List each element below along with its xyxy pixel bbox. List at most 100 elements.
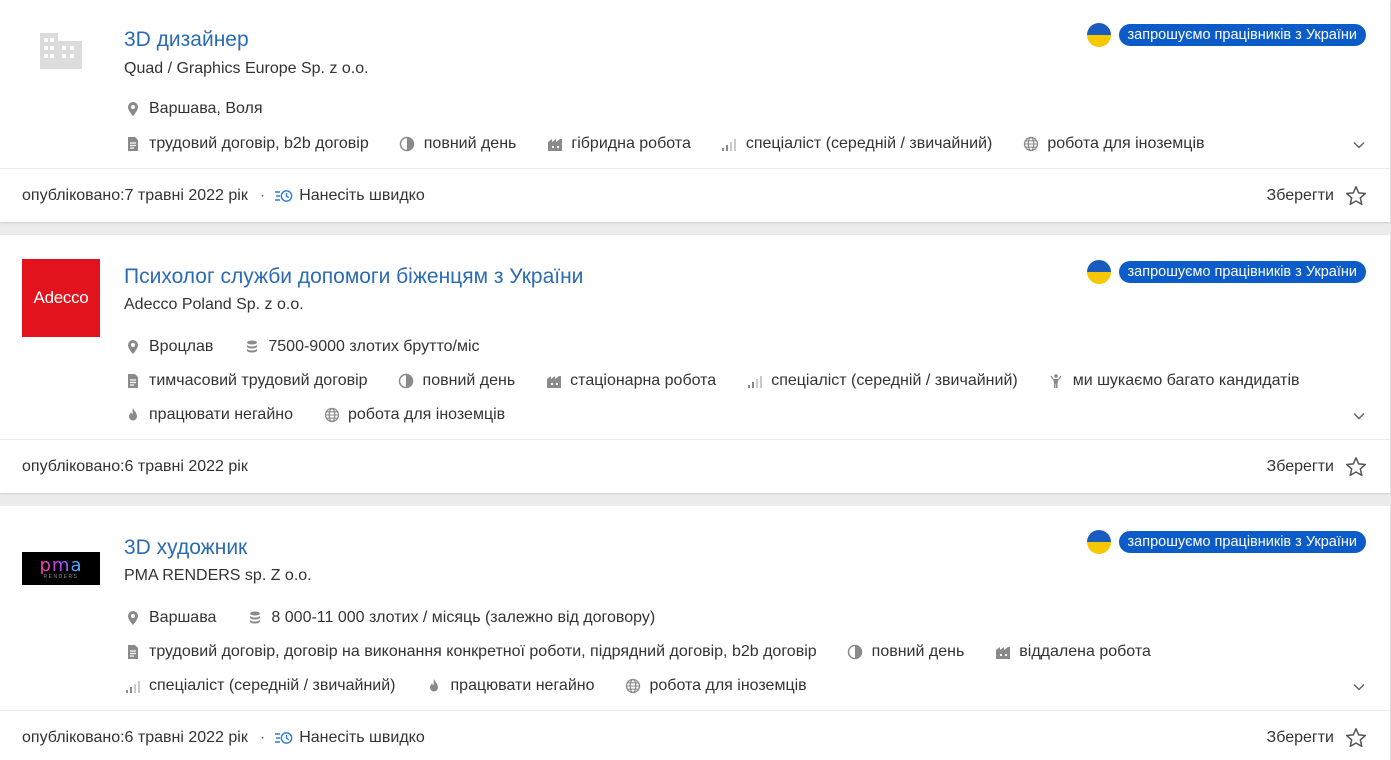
signal-bars-icon	[746, 373, 763, 390]
star-icon	[1344, 184, 1368, 208]
schedule-text: повний день	[871, 643, 965, 660]
foreigners-text: робота для іноземців	[649, 677, 807, 694]
buildings-icon	[546, 136, 563, 153]
location-pin-icon	[124, 101, 141, 118]
contract-type-text: трудовий договір, b2b договір	[149, 135, 369, 152]
signal-bars-icon	[124, 678, 141, 695]
company-name: PMA RENDERS sp. Z o.o.	[124, 567, 312, 584]
published-date: опубліковано:7 травні 2022 рік	[22, 186, 248, 204]
location-text: Варшава, Воля	[149, 100, 263, 117]
job-title-link[interactable]: 3D дизайнер	[124, 28, 249, 52]
contract-type: тимчасовий трудовий договір	[124, 372, 368, 390]
many-candidates-tag: ми шукаємо багато кандидатів	[1048, 372, 1300, 390]
half-circle-clock-icon	[398, 373, 415, 390]
location-text: Вроцлав	[149, 338, 214, 355]
salary: 8 000-11 000 злотих / місяць (залежно ві…	[246, 609, 655, 627]
ukraine-badge: запрошуємо працівників з України	[1086, 23, 1366, 47]
details-row-2: спеціаліст (середній / звичайний) працюв…	[124, 677, 837, 695]
chevron-down-icon[interactable]	[1352, 409, 1366, 423]
separator-dot: ·	[259, 728, 266, 746]
salary: 7500-9000 злотих брутто/міс	[243, 338, 480, 356]
schedule: повний день	[847, 643, 965, 661]
salary-text: 8 000-11 000 злотих / місяць (залежно ві…	[271, 609, 656, 626]
adecco-logo-text: Adecco	[33, 288, 89, 307]
pma-logo-text: pma	[39, 555, 83, 576]
details-row: трудовий договір, b2b договір повний ден…	[124, 135, 1235, 153]
location: Варшава	[124, 609, 216, 627]
company-logo[interactable]: Adecco	[22, 259, 100, 337]
chevron-down-icon[interactable]	[1352, 680, 1366, 694]
work-mode-text: віддалена робота	[1019, 643, 1151, 660]
work-mode-text: стаціонарна робота	[570, 372, 717, 389]
location-row: Вроцлав 7500-9000 злотих брутто/міс	[124, 338, 510, 356]
coins-icon	[246, 610, 263, 627]
foreigners-tag: робота для іноземців	[323, 406, 505, 424]
seniority-level-text: спеціаліст (середній / звичайний)	[745, 135, 993, 152]
quick-apply-link[interactable]: Нанесіть швидко	[275, 729, 425, 747]
save-label: Зберегти	[1266, 728, 1334, 746]
contract-type: трудовий договір, договір на виконання к…	[124, 643, 817, 661]
location: Вроцлав	[124, 338, 213, 356]
job-card[interactable]: Adecco Психолог служби допомоги біженцям…	[0, 235, 1390, 493]
chevron-down-icon[interactable]	[1352, 138, 1366, 152]
schedule: повний день	[399, 135, 517, 153]
work-mode: стаціонарна робота	[545, 372, 716, 390]
save-label: Зберегти	[1266, 457, 1334, 475]
save-button[interactable]: Зберегти	[1267, 726, 1368, 750]
company-name: Adecco Poland Sp. z o.o.	[124, 296, 304, 313]
work-mode: гібридна робота	[546, 135, 691, 153]
job-title-link[interactable]: 3D художник	[124, 536, 247, 560]
seniority-level-text: спеціаліст (середній / звичайний)	[149, 677, 396, 694]
quick-apply-label: Нанесіть швидко	[299, 728, 425, 746]
globe-icon	[625, 678, 642, 695]
job-title-link[interactable]: Психолог служби допомоги біженцям з Укра…	[124, 265, 583, 289]
quick-apply-label: Нанесіть швидко	[299, 186, 425, 204]
foreigners-tag: робота для іноземців	[625, 677, 807, 695]
fire-icon	[124, 407, 141, 424]
work-mode-text: гібридна робота	[571, 135, 691, 152]
ukraine-flag-icon	[1086, 23, 1111, 47]
job-card[interactable]: pma RENDERS 3D художник PMA RENDERS sp. …	[0, 506, 1390, 760]
star-icon	[1344, 726, 1368, 750]
contract-type-text: трудовий договір, договір на виконання к…	[149, 643, 817, 660]
save-button[interactable]: Зберегти	[1267, 455, 1368, 479]
save-button[interactable]: Зберегти	[1267, 184, 1368, 208]
job-card[interactable]: 3D дизайнер Quad / Graphics Europe Sp. z…	[0, 0, 1390, 222]
company-logo[interactable]: pma RENDERS	[22, 552, 100, 585]
save-label: Зберегти	[1266, 186, 1334, 204]
location-row: Варшава, Воля	[124, 100, 293, 118]
document-icon	[124, 644, 141, 661]
location: Варшава, Воля	[124, 100, 263, 118]
card-footer: опубліковано:6 травні 2022 рік Зберегти	[0, 439, 1390, 493]
pma-logo-subtext: RENDERS	[43, 574, 79, 580]
person-icon	[1048, 373, 1065, 390]
half-circle-clock-icon	[847, 644, 864, 661]
fire-icon	[426, 678, 443, 695]
document-icon	[124, 136, 141, 153]
details-row-2: працювати негайно робота для іноземців	[124, 406, 535, 424]
quick-apply-link[interactable]: Нанесіть швидко	[275, 187, 425, 205]
foreigners-tag: робота для іноземців	[1022, 135, 1205, 153]
signal-bars-icon	[721, 136, 738, 153]
contract-type-text: тимчасовий трудовий договір	[149, 372, 368, 389]
company-name: Quad / Graphics Europe Sp. z o.o.	[124, 60, 369, 77]
globe-icon	[323, 407, 340, 424]
details-row: тимчасовий трудовий договір повний день …	[124, 372, 1300, 390]
schedule-text: повний день	[423, 135, 517, 152]
many-candidates-text: ми шукаємо багато кандидатів	[1072, 372, 1300, 389]
quick-apply-clock-icon	[275, 189, 293, 203]
seniority-level: спеціаліст (середній / звичайний)	[721, 135, 993, 153]
location-text: Варшава	[149, 609, 217, 626]
globe-icon	[1022, 136, 1039, 153]
document-icon	[124, 373, 141, 390]
building-icon	[40, 33, 82, 69]
immediate-text: працювати негайно	[450, 677, 595, 694]
location-pin-icon	[124, 339, 141, 356]
immediate-tag: працювати негайно	[426, 677, 595, 695]
schedule: повний день	[398, 372, 515, 390]
quick-apply-clock-icon	[275, 731, 293, 745]
company-logo[interactable]	[22, 28, 100, 70]
salary-text: 7500-9000 злотих брутто/міс	[268, 338, 480, 355]
badge-label: запрошуємо працівників з України	[1118, 24, 1366, 46]
seniority-level-text: спеціаліст (середній / звичайний)	[771, 372, 1018, 389]
